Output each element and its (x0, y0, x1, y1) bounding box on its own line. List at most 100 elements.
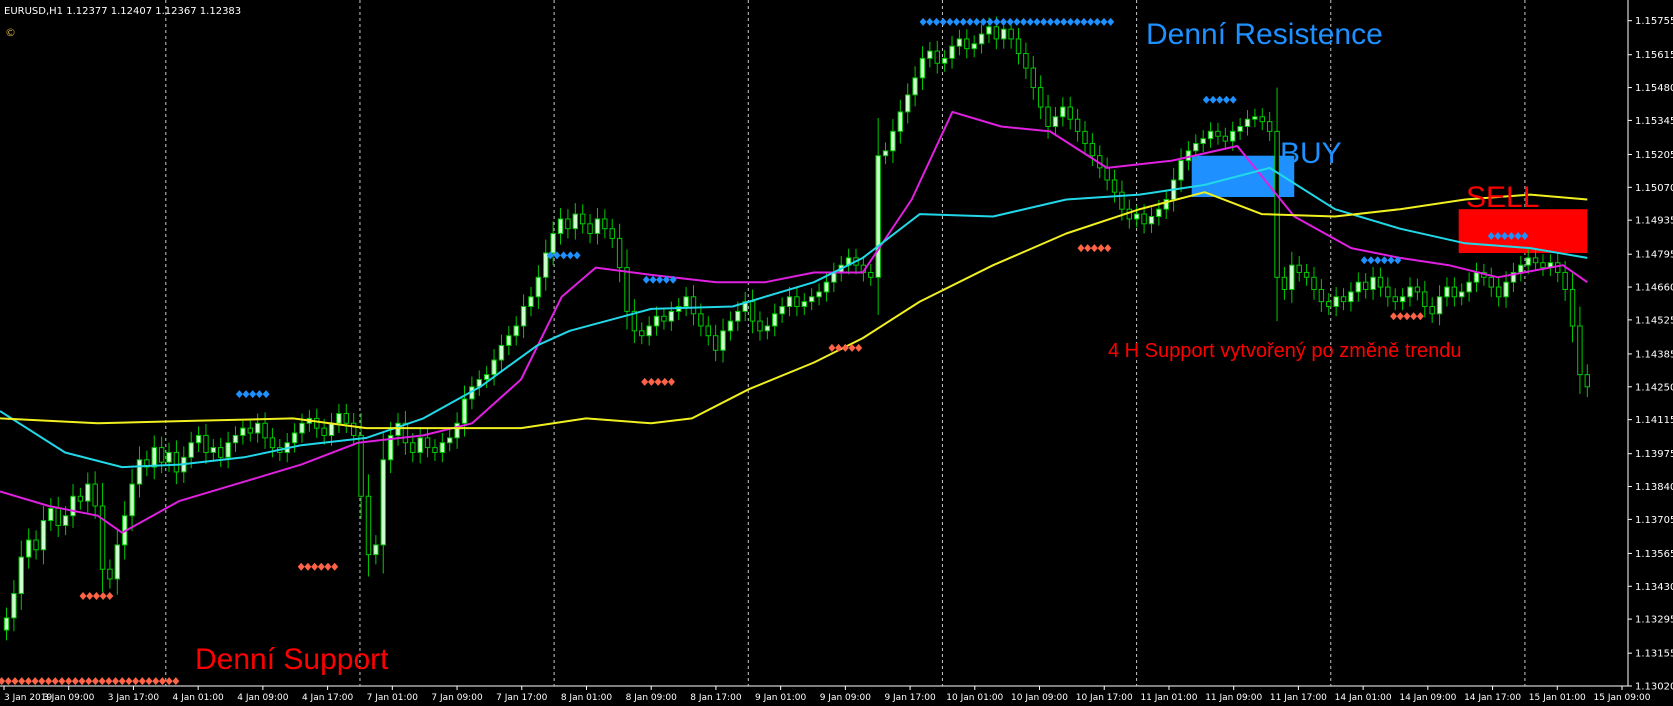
time-tick-label: 10 Jan 09:00 (1011, 693, 1068, 703)
copyright-icon: © (5, 26, 16, 39)
candle-body (1296, 264, 1302, 273)
time-tick-label: 14 Jan 01:00 (1335, 693, 1392, 703)
price-tick-label: 1.13565 (1635, 549, 1673, 560)
candle-body (1355, 281, 1362, 293)
candle-body (964, 38, 970, 50)
candle-body (1266, 121, 1273, 132)
candle-body (506, 335, 512, 346)
candle-body (535, 276, 542, 298)
candle-body (358, 434, 364, 497)
candle-body (587, 223, 593, 235)
candle-body (646, 325, 652, 337)
candle-body (1392, 296, 1398, 303)
candle-body (705, 325, 711, 337)
candle-body (882, 150, 889, 157)
candle-body (609, 228, 615, 239)
candle-body (461, 398, 468, 424)
candle-body (934, 50, 940, 64)
candle-body (720, 330, 726, 351)
candle-body (1148, 216, 1155, 225)
candle-body (1414, 286, 1421, 293)
candle-body (336, 413, 342, 424)
candle-body (18, 556, 25, 595)
candle-body (328, 422, 335, 436)
candle-body (158, 447, 165, 463)
candle-body (1532, 257, 1539, 264)
price-tick-label: 1.14935 (1635, 216, 1673, 227)
time-tick-label: 9 Jan 17:00 (884, 693, 936, 703)
price-tick-label: 1.15615 (1635, 50, 1673, 61)
candle-body (1518, 264, 1524, 273)
candle-body (520, 306, 527, 327)
time-tick-label: 8 Jan 01:00 (561, 693, 613, 703)
candle-body (247, 427, 253, 434)
candle-body (639, 330, 645, 337)
candle-body (528, 296, 534, 308)
candle-body (956, 38, 963, 47)
candle-body (757, 320, 763, 332)
candle-body (602, 218, 608, 230)
price-tick-label: 1.13840 (1635, 482, 1673, 493)
candle-body (1133, 213, 1140, 220)
price-tick-label: 1.13020 (1635, 682, 1673, 693)
time-tick-label: 10 Jan 17:00 (1076, 693, 1133, 703)
candle-body (565, 218, 571, 230)
candle-body (1451, 286, 1458, 298)
candle-body (1333, 296, 1339, 308)
time-tick-label: 3 Jan 17:00 (108, 693, 160, 703)
candle-body (350, 422, 357, 436)
candle-body (483, 374, 490, 380)
candle-body (188, 442, 194, 458)
time-tick-label: 15 Jan 01:00 (1529, 693, 1586, 703)
time-tick-label: 9 Jan 09:00 (820, 693, 872, 703)
candle-body (801, 301, 808, 308)
candle-body (919, 57, 926, 79)
candle-body (195, 434, 202, 444)
candle-body (454, 422, 460, 439)
candle-body (136, 459, 143, 485)
candle-body (210, 447, 217, 453)
buy-label: BUY (1280, 137, 1342, 170)
candle-body (1082, 130, 1088, 145)
candle-body (262, 422, 268, 439)
candle-body (1289, 264, 1295, 290)
candle-body (868, 271, 874, 278)
candle-body (1362, 281, 1369, 290)
candle-body (432, 447, 438, 453)
candle-body (1422, 291, 1428, 308)
candle-body (92, 483, 98, 507)
candle-body (550, 233, 556, 254)
candle-body (1407, 286, 1413, 298)
candle-body (1555, 262, 1561, 273)
time-tick-label: 3 Jan 09:00 (43, 693, 95, 703)
candle-body (203, 434, 209, 453)
candle-body (1074, 118, 1081, 132)
candle-body (1540, 262, 1546, 269)
price-tick-label: 1.13975 (1635, 449, 1673, 460)
time-tick-label: 7 Jan 17:00 (496, 693, 548, 703)
candle-body (557, 218, 564, 235)
candle-body (85, 483, 91, 502)
candle-body (971, 43, 977, 50)
candle-body (269, 437, 276, 449)
h4-support-label: 4 H Support vytvořený po změně trendu (1108, 340, 1462, 362)
candle-body (70, 495, 76, 517)
candle-body (690, 296, 697, 315)
candle-body (949, 45, 955, 59)
candle-body (1385, 286, 1391, 298)
candle-body (99, 505, 106, 570)
price-tick-label: 1.13295 (1635, 615, 1673, 626)
candle-body (173, 451, 180, 473)
symbol-name: EURUSD,H1 (4, 6, 64, 17)
candle-body (380, 459, 386, 546)
candle-body (1495, 286, 1502, 298)
candle-body (927, 50, 933, 59)
candle-body (254, 422, 261, 434)
candle-body (1111, 179, 1118, 193)
candle-body (779, 306, 785, 315)
candle-body (410, 442, 416, 453)
time-tick-label: 11 Jan 01:00 (1140, 693, 1197, 703)
candle-body (1244, 118, 1251, 127)
price-tick-label: 1.14115 (1635, 415, 1673, 426)
candle-body (365, 495, 372, 556)
